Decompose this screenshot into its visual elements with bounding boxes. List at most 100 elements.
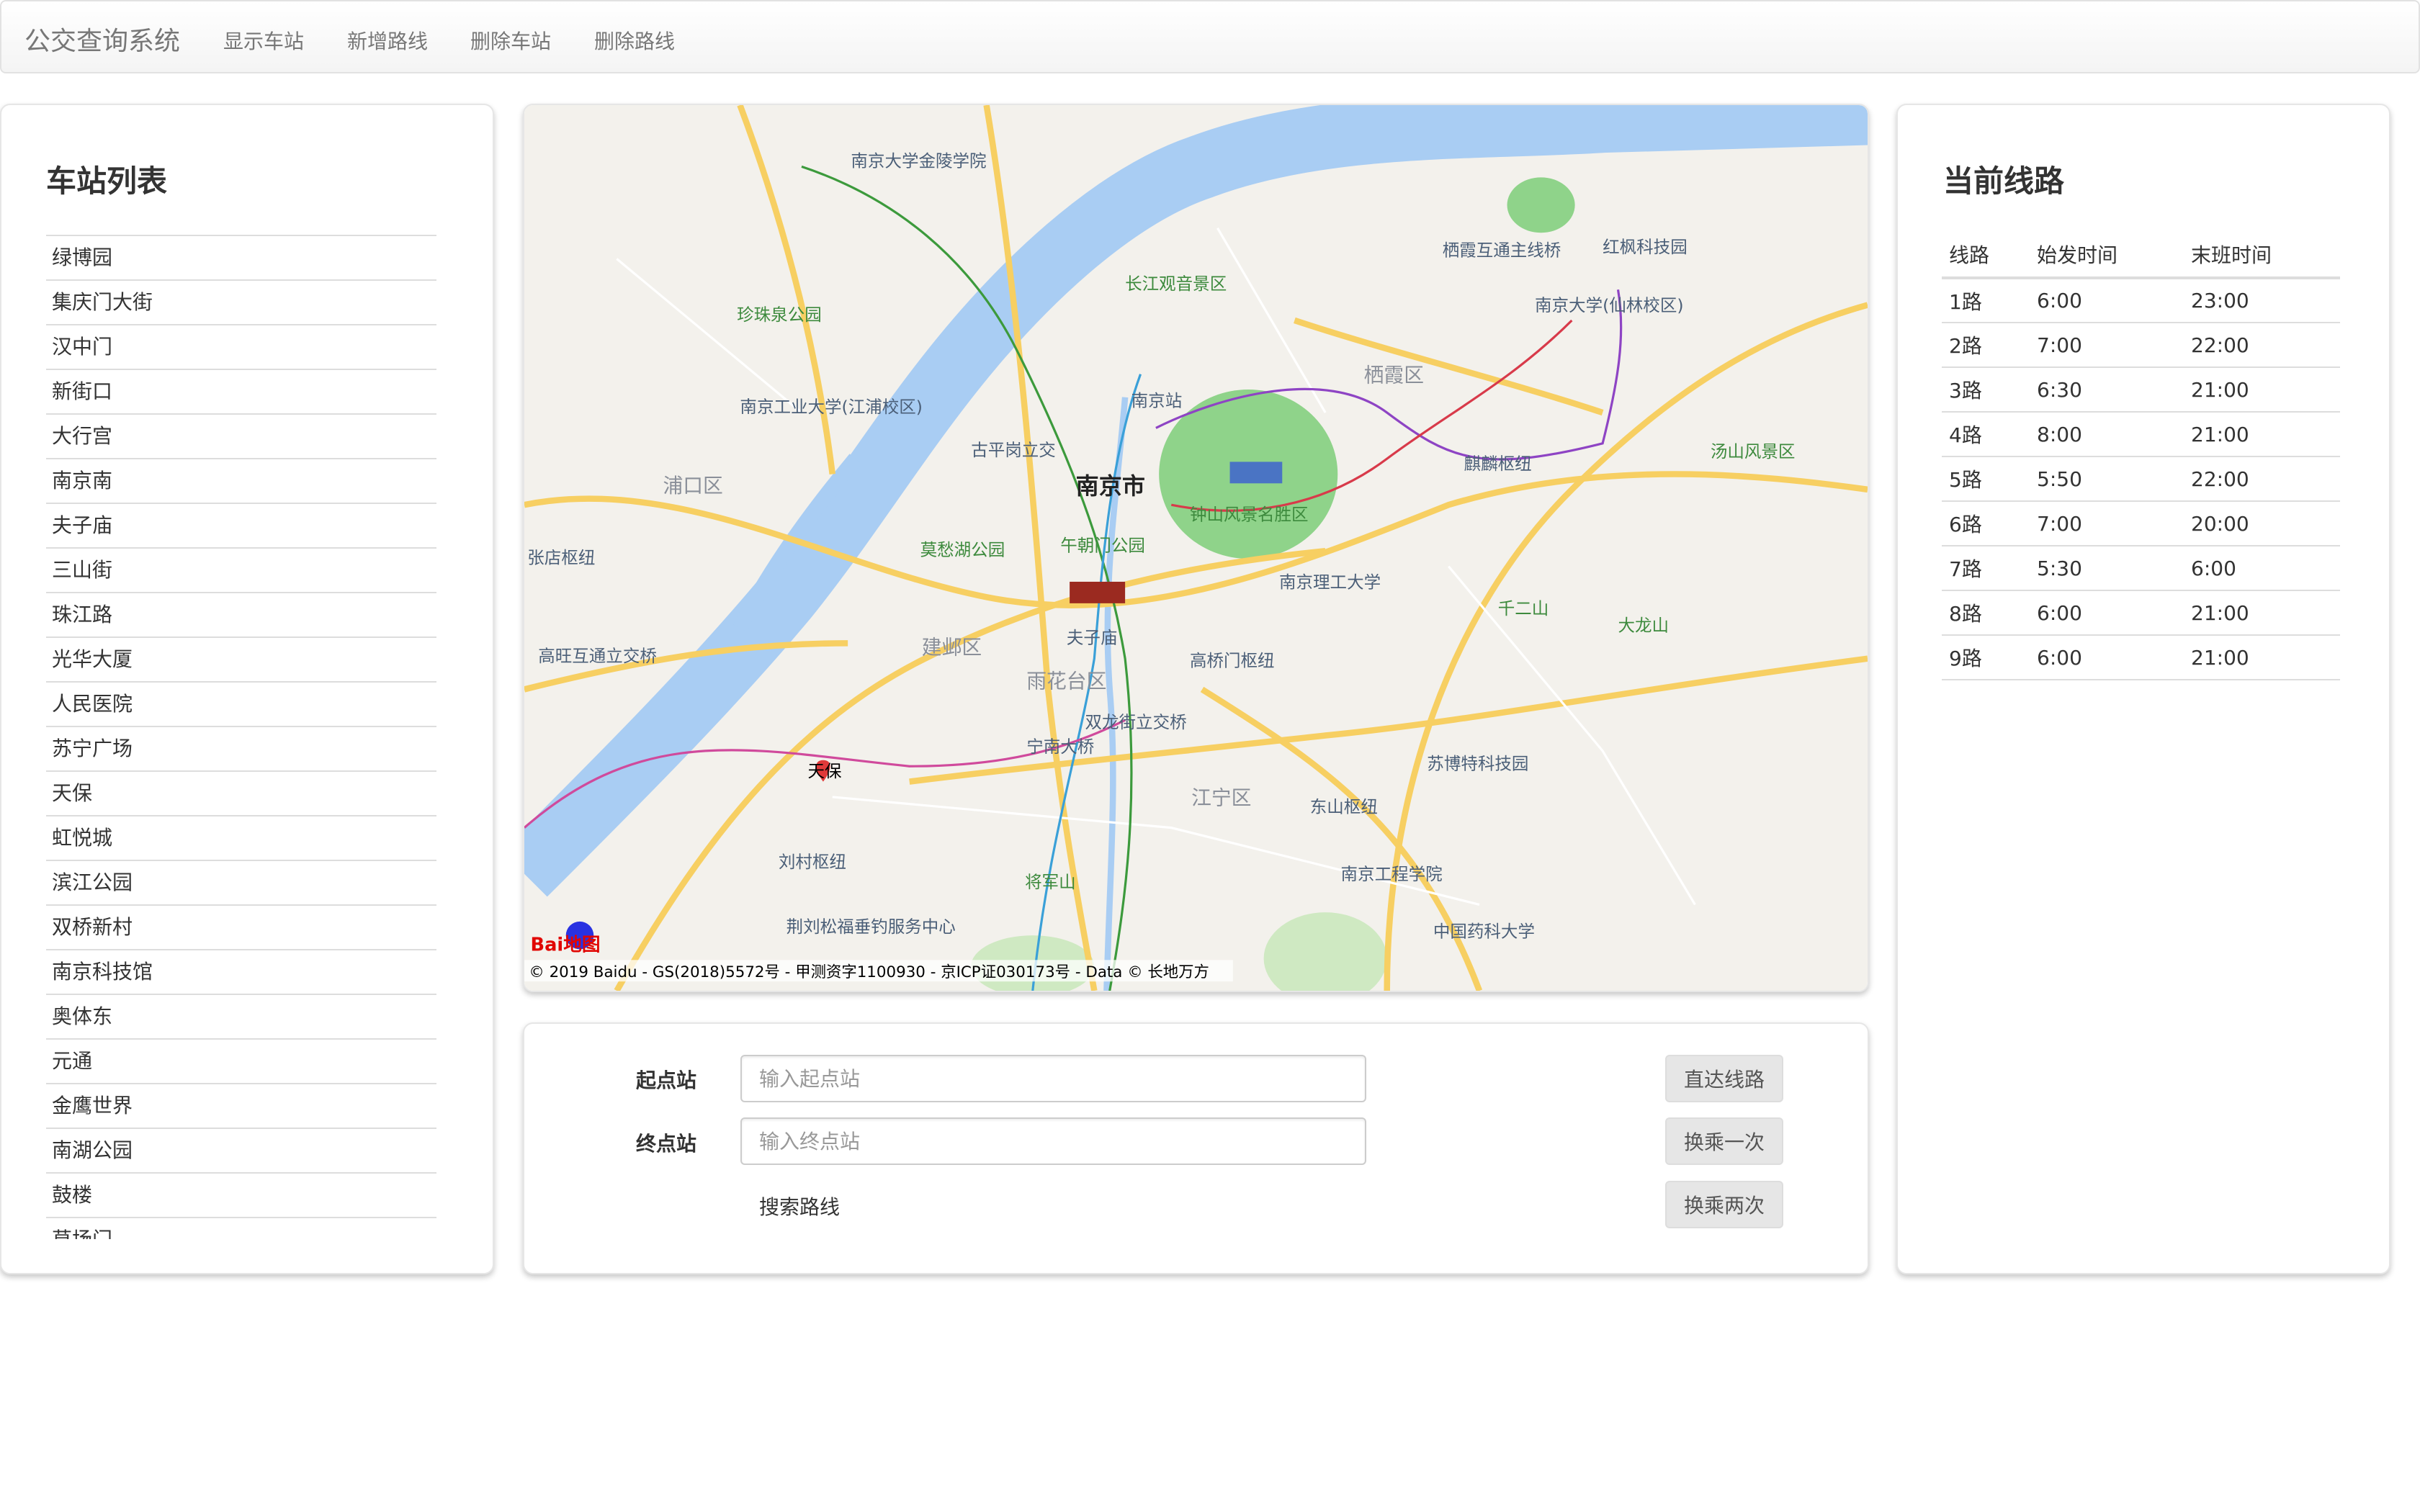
station-item[interactable]: 苏宁广场 <box>46 726 436 770</box>
route-name: 1路 <box>1942 278 2030 323</box>
map-label: 中国药科大学 <box>1433 921 1535 941</box>
station-item[interactable]: 滨江公园 <box>46 860 436 904</box>
last-bus-time: 22:00 <box>2184 323 2340 368</box>
map-city-label: 南京市 <box>1076 472 1145 500</box>
map[interactable]: 南京市 浦口区 建邺区 雨花台区 江宁区 栖霞区 钟山风景名胜区 南京站 夫子庙… <box>524 105 1868 991</box>
station-item[interactable]: 珠江路 <box>46 592 436 636</box>
last-bus-time: 21:00 <box>2184 412 2340 457</box>
routes-table: 线路 始发时间 末班时间 1路 6:00 23:00 2路 7:00 22:00 3路 6:3… <box>1942 232 2340 680</box>
route-row[interactable]: 9路 6:00 21:00 <box>1942 635 2340 680</box>
map-district-label: 建邺区 <box>922 635 982 659</box>
route-row[interactable]: 8路 6:00 21:00 <box>1942 590 2340 636</box>
nav-show-stations[interactable]: 显示车站 <box>223 26 304 55</box>
first-bus-time: 7:00 <box>2030 323 2184 368</box>
map-district-label: 浦口区 <box>663 474 722 498</box>
station-item[interactable]: 奥体东 <box>46 994 436 1038</box>
route-name: 8路 <box>1942 590 2030 636</box>
last-bus-time: 21:00 <box>2184 635 2340 680</box>
navbar: 公交查询系统 显示车站 新增路线 删除车站 删除路线 <box>0 0 2420 73</box>
map-district-label: 江宁区 <box>1191 786 1251 810</box>
map-label: 将军山 <box>1025 872 1076 892</box>
route-row[interactable]: 7路 5:30 6:00 <box>1942 546 2340 591</box>
route-row[interactable]: 4路 8:00 21:00 <box>1942 412 2340 457</box>
landmark-icon <box>1229 462 1283 484</box>
station-item[interactable]: 天保 <box>46 770 436 815</box>
station-item[interactable]: 南湖公园 <box>46 1128 436 1172</box>
current-routes-title: 当前线路 <box>1943 163 2065 199</box>
end-station-label: 终点站 <box>636 1132 697 1156</box>
station-item[interactable]: 草场门 <box>46 1217 436 1239</box>
map-panel[interactable]: 南京市 浦口区 建邺区 雨花台区 江宁区 栖霞区 钟山风景名胜区 南京站 夫子庙… <box>523 104 1869 992</box>
map-label: 南京大学金陵学院 <box>851 150 986 171</box>
map-label: 古平岗立交 <box>971 440 1056 460</box>
station-item[interactable]: 新街口 <box>46 369 436 413</box>
one-transfer-button[interactable]: 换乘一次 <box>1665 1117 1783 1165</box>
station-item[interactable]: 集庆门大街 <box>46 279 436 324</box>
first-bus-time: 6:00 <box>2030 278 2184 323</box>
route-row[interactable]: 3路 6:30 21:00 <box>1942 367 2340 413</box>
first-bus-time: 6:00 <box>2030 635 2184 680</box>
last-bus-time: 20:00 <box>2184 501 2340 546</box>
map-copyright: © 2019 Baidu - GS(2018)5572号 - 甲测资字11009… <box>529 963 1209 981</box>
map-label: 东山枢纽 <box>1310 796 1378 816</box>
route-row[interactable]: 2路 7:00 22:00 <box>1942 323 2340 368</box>
end-station-input[interactable] <box>740 1117 1366 1165</box>
route-name: 2路 <box>1942 323 2030 368</box>
direct-route-button[interactable]: 直达线路 <box>1665 1055 1783 1102</box>
map-label: 张店枢纽 <box>527 547 595 567</box>
map-label: 双龙街立交桥 <box>1085 712 1187 732</box>
route-name: 3路 <box>1942 367 2030 413</box>
map-label: 南京工业大学(江浦校区) <box>740 397 923 417</box>
route-name: 4路 <box>1942 412 2030 457</box>
baidu-logo-text: Bai地图 <box>531 934 601 955</box>
map-label: 汤山风景区 <box>1711 441 1796 462</box>
route-row[interactable]: 6路 7:00 20:00 <box>1942 501 2340 546</box>
map-label: 大龙山 <box>1618 615 1670 635</box>
map-label: 千二山 <box>1498 598 1549 618</box>
route-name: 9路 <box>1942 635 2030 680</box>
station-item[interactable]: 三山街 <box>46 547 436 592</box>
map-label: 宁南大桥 <box>1026 737 1094 757</box>
station-item[interactable]: 元通 <box>46 1038 436 1083</box>
last-bus-time: 23:00 <box>2184 278 2340 323</box>
station-item[interactable]: 鼓楼 <box>46 1172 436 1217</box>
station-item[interactable]: 虹悦城 <box>46 815 436 860</box>
landmark-icon <box>1070 581 1126 603</box>
station-item[interactable]: 双桥新村 <box>46 904 436 949</box>
start-station-input[interactable] <box>740 1055 1366 1102</box>
map-label: 刘村枢纽 <box>779 852 846 872</box>
first-bus-time: 6:30 <box>2030 367 2184 413</box>
map-label: 南京站 <box>1131 391 1183 411</box>
route-row[interactable]: 1路 6:00 23:00 <box>1942 278 2340 323</box>
nav-add-route[interactable]: 新增路线 <box>347 26 428 55</box>
station-item[interactable]: 人民医院 <box>46 681 436 726</box>
station-item[interactable]: 绿博园 <box>46 235 436 279</box>
station-item[interactable]: 汉中门 <box>46 324 436 369</box>
station-item[interactable]: 光华大厦 <box>46 636 436 681</box>
two-transfer-button[interactable]: 换乘两次 <box>1665 1181 1783 1228</box>
station-marker[interactable]: 天保 <box>808 760 843 782</box>
station-list[interactable]: 绿博园 集庆门大街 汉中门 新街口 大行宫 南京南 夫子庙 三山街 珠江路 光华大厦 人民医院 苏宁广… <box>46 235 436 1239</box>
map-label: 荆刘松福垂钓服务中心 <box>786 917 956 937</box>
brand[interactable]: 公交查询系统 <box>24 20 180 58</box>
station-item[interactable]: 大行宫 <box>46 413 436 458</box>
map-label: 栖霞互通主线桥 <box>1443 240 1561 260</box>
station-item[interactable]: 金鹰世界 <box>46 1083 436 1128</box>
map-label: 南京理工大学 <box>1279 572 1381 593</box>
map-label: 钟山风景名胜区 <box>1190 505 1309 525</box>
first-bus-time: 7:00 <box>2030 501 2184 546</box>
first-bus-time: 8:00 <box>2030 412 2184 457</box>
nav-delete-route[interactable]: 删除路线 <box>594 26 675 55</box>
map-label: 红枫科技园 <box>1603 237 1688 257</box>
marker-label: 天保 <box>808 761 843 781</box>
last-bus-time: 21:00 <box>2184 367 2340 413</box>
map-label: 高旺互通立交桥 <box>538 646 657 666</box>
station-item[interactable]: 南京科技馆 <box>46 949 436 994</box>
first-bus-time: 6:00 <box>2030 590 2184 636</box>
first-bus-time: 5:50 <box>2030 456 2184 502</box>
route-row[interactable]: 5路 5:50 22:00 <box>1942 456 2340 502</box>
station-item[interactable]: 夫子庙 <box>46 503 436 547</box>
nav-delete-station[interactable]: 删除车站 <box>470 26 551 55</box>
station-item[interactable]: 南京南 <box>46 458 436 503</box>
map-label: 午朝门公园 <box>1060 535 1145 555</box>
